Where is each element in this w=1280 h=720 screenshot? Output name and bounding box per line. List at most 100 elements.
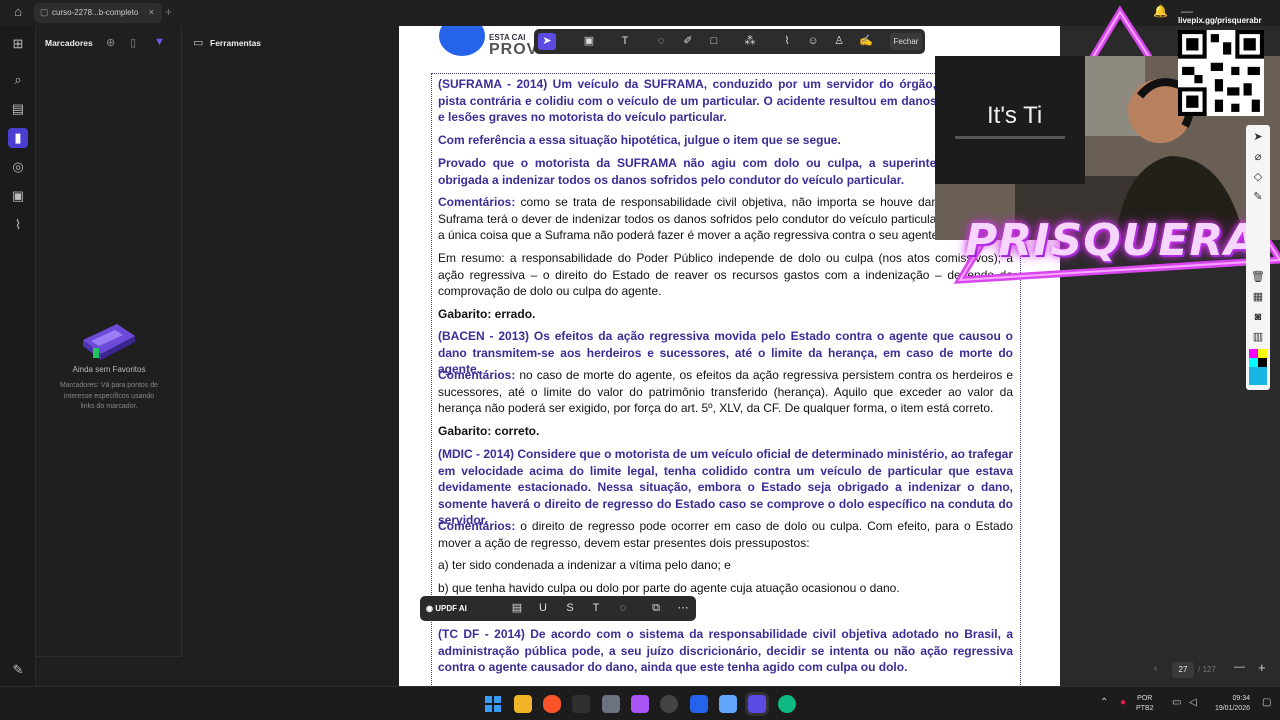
media-app-icon[interactable] (631, 695, 649, 713)
chat-app-icon[interactable] (690, 695, 708, 713)
microphone-icon[interactable]: ● (1120, 697, 1126, 708)
empty-bookmarks-illustration (83, 324, 135, 360)
apps-grid-icon[interactable]: ⊞ (8, 34, 28, 54)
network-icon[interactable]: ▭ (1172, 697, 1181, 708)
toolbox-icon: ▭ (193, 37, 204, 49)
prev-page-icon[interactable]: ‹ (1154, 663, 1157, 674)
underline-icon[interactable]: U (534, 600, 552, 617)
terminal-icon[interactable] (572, 695, 590, 713)
start-icon[interactable] (484, 695, 502, 713)
comment-label: Comentários: (438, 368, 516, 382)
bookmark-outline-icon[interactable]: ▯ (130, 36, 136, 49)
comment-icon[interactable]: ◌ (652, 33, 670, 50)
sign-icon[interactable]: ✎ (8, 660, 28, 680)
notifications-icon[interactable]: ▢ (1262, 697, 1271, 708)
sticker-icon[interactable]: ☺ (804, 33, 822, 50)
comment-icon[interactable]: ◌ (614, 600, 632, 617)
text-box-icon[interactable]: ▣ (580, 33, 598, 50)
layers-icon[interactable]: ▣ (8, 186, 28, 206)
attachment-icon[interactable]: ⌇ (8, 215, 28, 235)
tag-icon[interactable]: ◇ (1249, 169, 1267, 185)
comment-suframa: Comentários: como se trata de responsabi… (438, 194, 1013, 244)
tab-close-button[interactable]: × (149, 7, 154, 17)
list-item-a: a) ter sido condenada a indenizar a víti… (438, 558, 731, 572)
zoom-in-icon[interactable]: + (1258, 660, 1266, 675)
answer-key-1: Gabarito: errado. (438, 307, 536, 321)
add-bookmark-icon[interactable]: ⊕ (106, 36, 115, 49)
tray-overflow-icon[interactable]: ⌃ (1100, 697, 1108, 708)
text-insert-icon[interactable]: T (587, 600, 605, 617)
clock[interactable]: 09:34 19/01/2026 (1204, 694, 1250, 714)
comments-icon[interactable]: ◎ (8, 157, 28, 177)
pencil-icon[interactable]: ✎ (1249, 189, 1267, 205)
edge-browser-icon[interactable] (778, 695, 796, 713)
signature-icon[interactable]: ✍ (857, 33, 875, 50)
logo-text-large: PROV (489, 41, 539, 58)
brave-browser-icon[interactable] (543, 695, 561, 713)
attach-icon[interactable]: ⌇ (778, 33, 796, 50)
page-navigation: ‹ 27 / 127 — + (1150, 660, 1280, 682)
zoom-out-icon[interactable]: — (1234, 661, 1245, 673)
trash-icon[interactable]: 🗑 (1249, 269, 1267, 285)
strikethrough-icon[interactable]: S (561, 600, 579, 617)
user-icon[interactable]: ♙ (830, 33, 848, 50)
tools-title[interactable]: Ferramentas (210, 38, 261, 48)
home-icon[interactable]: ⌂ (8, 4, 28, 22)
bookmark-icon[interactable]: ▮ (8, 128, 28, 148)
eraser-icon[interactable]: ⌀ (1249, 149, 1267, 165)
keyboard-layout: PTB2 (1136, 705, 1154, 712)
text-icon[interactable]: T (616, 33, 634, 50)
ai-icon: ◉ (426, 604, 436, 613)
ai-button[interactable]: ◉ UPDF AI (426, 600, 467, 617)
language-code: POR (1137, 695, 1153, 702)
comment-text: o direito de regresso pode ocorrer em ca… (438, 519, 1013, 550)
save-icon[interactable]: ▦ (1249, 289, 1267, 305)
right-tool-strip: ➤ ⌀ ◇ ✎ 🗑 ▦ ◙ ▥ (1246, 125, 1270, 390)
keyboard-language[interactable]: POR PTB2 (1136, 694, 1154, 714)
highlight-icon[interactable]: ▤ (508, 600, 526, 617)
updf-icon[interactable] (748, 695, 766, 713)
summary-paragraph: Em resumo: a responsabilidade do Poder P… (438, 251, 1013, 298)
document-tab[interactable]: ▢ curso-2278...b-completo × (34, 3, 162, 23)
question-mdic: (MDIC - 2014) Considere que o motorista … (438, 447, 1013, 527)
color-swatch-yellow[interactable] (1258, 349, 1267, 358)
volume-icon[interactable]: ◁ (1189, 697, 1197, 708)
color-swatch-black[interactable] (1258, 358, 1267, 367)
select-cursor-icon[interactable]: ➤ (538, 33, 556, 50)
page-total: / 127 (1198, 665, 1216, 674)
color-swatch-active[interactable] (1249, 367, 1267, 385)
pen-icon[interactable]: ✐ (679, 33, 697, 50)
ai-label: UPDF AI (435, 604, 467, 613)
obs-icon[interactable] (660, 695, 678, 713)
qr-code (1178, 30, 1264, 116)
search-icon[interactable]: ⌕ (8, 70, 28, 90)
rectangle-icon[interactable]: □ (705, 33, 723, 50)
page-number-input[interactable]: 27 (1172, 662, 1194, 678)
selection-toolbar: ◉ UPDF AI ▤ U S T ◌ ⧉ ⋯ (420, 596, 696, 621)
file-explorer-icon[interactable] (514, 695, 532, 713)
pages-icon[interactable]: ▤ (8, 99, 28, 119)
stamp-icon[interactable]: ⁂ (741, 33, 759, 50)
clipboard-icon[interactable]: ▥ (1249, 329, 1267, 345)
calculator-icon[interactable] (602, 695, 620, 713)
tools-panel: ▭ Ferramentas (182, 26, 399, 686)
camera-icon[interactable]: ◙ (1249, 309, 1267, 325)
more-icon[interactable]: ⋯ (674, 600, 692, 617)
question-suframa-instruction: Com referência a essa situação hipotétic… (438, 133, 841, 147)
color-swatch-cyan[interactable] (1249, 358, 1258, 367)
bookmarks-footer: ‹ ··· (36, 656, 230, 686)
comment-mdic: Comentários: o direito de regresso pode … (438, 518, 1013, 551)
empty-bookmarks-title: Ainda sem Favoritos (72, 365, 146, 374)
clock-time: 09:34 (1232, 695, 1250, 702)
new-tab-button[interactable]: + (165, 5, 172, 19)
pin-icon[interactable]: ▼ (154, 36, 165, 48)
close-toolbar-button[interactable]: Fechar (890, 33, 922, 50)
color-swatch-magenta[interactable] (1249, 349, 1258, 358)
empty-bookmarks-description: Marcadores: Vá para pontos de interesse … (59, 382, 159, 410)
blue-app-icon[interactable] (719, 695, 737, 713)
cursor-icon[interactable]: ➤ (1249, 129, 1267, 145)
bookmarks-panel: Marcadores ⊕ ▯ ▼ Ainda sem Favoritos Mar… (36, 26, 182, 686)
logo-icon (439, 26, 485, 56)
document-icon: ▢ (40, 7, 49, 17)
copy-icon[interactable]: ⧉ (647, 600, 665, 617)
